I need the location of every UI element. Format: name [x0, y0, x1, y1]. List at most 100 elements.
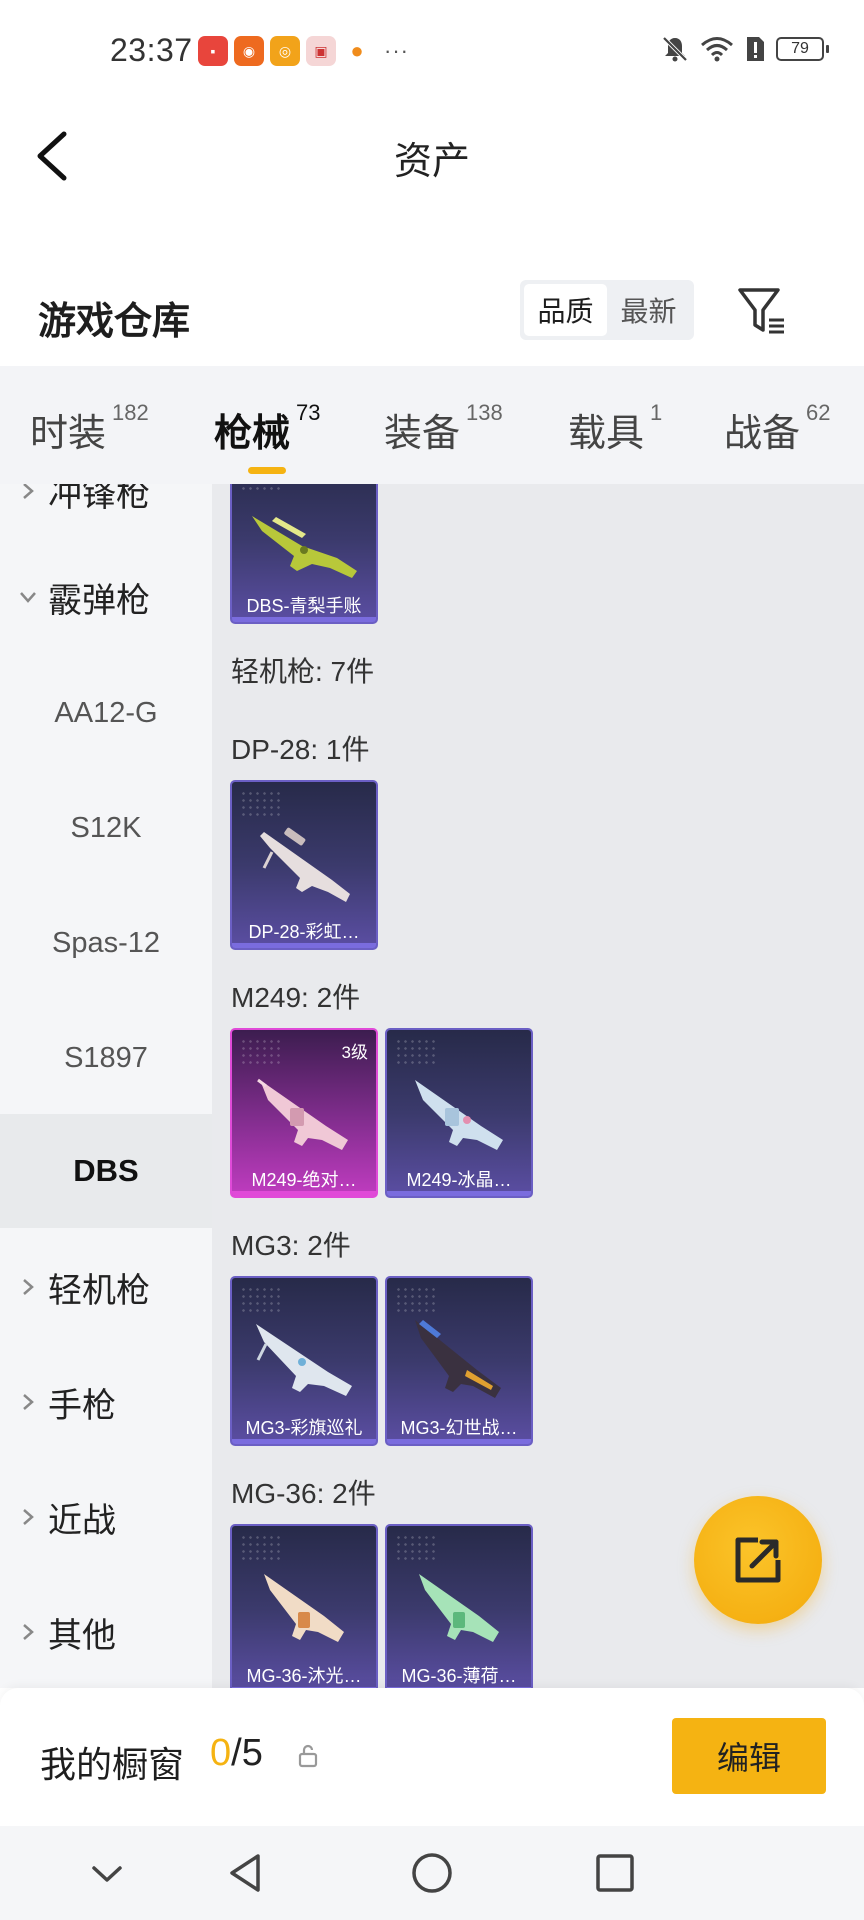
sort-toggle: 品质 最新 [520, 280, 694, 340]
item-card[interactable]: DBS-青梨手账 [230, 484, 378, 624]
item-card-label: MG-36-沐光… [246, 1666, 362, 1686]
rarity-bar [232, 943, 376, 948]
battery-level: 79 [791, 40, 809, 57]
lmg-skin-icon [260, 827, 350, 902]
showcase-title: 我的橱窗 [40, 1744, 185, 1785]
sidebar-group-smg[interactable]: 冲锋枪 [0, 484, 212, 548]
game-app-icon: ● [350, 38, 364, 63]
weapon-type-header: 轻机枪: 7件 [231, 656, 375, 687]
sidebar-group-shotgun[interactable]: 霰弹枪 [0, 540, 212, 654]
item-card-label: DBS-青梨手账 [246, 596, 362, 616]
sidebar-item-s12k[interactable]: S12K [0, 771, 212, 885]
item-card-label: M249-绝对… [251, 1170, 357, 1190]
lock-icon [298, 1744, 318, 1768]
tab-fashion[interactable]: 时装 182 [30, 366, 149, 484]
sidebar-item-aa12g[interactable]: AA12-G [0, 656, 212, 770]
weapon-group-header: MG-36: 2件 [231, 1478, 376, 1509]
sidebar-group-other[interactable]: 其他 [0, 1575, 212, 1688]
huawei-app-icon: ▪ [198, 36, 228, 66]
sidebar-group-lmg[interactable]: 轻机枪 [0, 1230, 212, 1344]
rarity-bar [387, 1439, 531, 1444]
sidebar-item-dbs[interactable]: DBS [0, 1114, 212, 1228]
tab-label: 枪械 [214, 413, 291, 455]
sidebar-item-spas12[interactable]: Spas-12 [0, 886, 212, 1000]
item-card[interactable]: DP-28-彩虹… [230, 780, 378, 950]
battery-indicator: 79 [776, 37, 829, 61]
rifle-skin-icon [264, 1574, 344, 1642]
chevron-down-icon [20, 592, 36, 603]
item-card[interactable]: MG-36-薄荷… [385, 1524, 533, 1688]
rifle-skin-icon [419, 1574, 499, 1642]
sidebar-item-label: DBS [73, 1153, 139, 1188]
item-card[interactable]: MG-36-沐光… [230, 1524, 378, 1688]
warehouse-header: 游戏仓库 品质 最新 [0, 260, 864, 364]
rarity-bar [232, 1439, 376, 1444]
share-export-icon [735, 1537, 781, 1583]
sort-quality-button[interactable]: 品质 [524, 284, 607, 336]
item-card[interactable]: MG3-彩旗巡礼 [230, 1276, 378, 1446]
tab-equipment[interactable]: 装备 138 [384, 366, 503, 484]
lmg-skin-icon [256, 1324, 352, 1396]
showcase-bar: 我的橱窗 0/5 编辑 [0, 1688, 864, 1826]
tab-guns[interactable]: 枪械 73 [214, 366, 321, 484]
system-nav-bar [0, 1826, 864, 1920]
chevron-right-icon [23, 1279, 34, 1295]
sort-newest-button[interactable]: 最新 [607, 284, 690, 336]
tab-combat-gear[interactable]: 战备 62 [724, 366, 831, 484]
edit-showcase-button[interactable]: 编辑 [672, 1718, 826, 1794]
tab-label: 载具 [568, 413, 645, 455]
nav-recents-button[interactable] [588, 1846, 642, 1900]
category-tabs: 时装 182 枪械 73 装备 138 载具 1 战备 62 [0, 366, 864, 484]
sidebar-group-label: 近战 [48, 1501, 116, 1540]
tab-count: 73 [296, 400, 321, 425]
tab-count: 182 [112, 400, 149, 425]
rarity-bar [387, 1191, 531, 1196]
showcase-current-count: 0 [210, 1732, 232, 1774]
chevron-right-icon [23, 1509, 34, 1525]
chevron-right-icon [23, 484, 34, 499]
sim-alert-icon [747, 37, 764, 61]
tab-vehicles[interactable]: 载具 1 [568, 366, 662, 484]
status-bar: 23:37 ▪ ◉ ◎ ▣ ● ··· 79 [0, 0, 864, 100]
lmg-skin-icon [415, 1080, 503, 1150]
gift-app-icon: ▣ [306, 36, 336, 66]
tab-count: 62 [806, 400, 831, 425]
weapon-group-header: MG3: 2件 [231, 1230, 351, 1261]
lmg-skin-icon [415, 1320, 501, 1398]
sidebar-item-s1897[interactable]: S1897 [0, 1001, 212, 1115]
subcategory-sidebar: 冲锋枪 霰弹枪 AA12-G S12K Spas-12 S1897 DBS 轻机… [0, 484, 212, 1688]
item-card-label: M249-冰晶… [406, 1170, 512, 1190]
app-header: 资产 [0, 100, 864, 210]
system-status: 79 [660, 34, 829, 64]
rarity-bar [232, 1191, 376, 1196]
nav-collapse-button[interactable] [80, 1846, 134, 1900]
active-tab-indicator [248, 467, 286, 474]
showcase-count: 0/5 [210, 1732, 263, 1775]
nav-home-button[interactable] [405, 1846, 459, 1900]
nav-back-button[interactable] [220, 1846, 274, 1900]
chevron-right-icon [23, 1394, 34, 1410]
sidebar-group-label: 轻机枪 [48, 1271, 150, 1310]
rarity-bar [232, 617, 376, 622]
item-card[interactable]: 3级 M249-绝对… [230, 1028, 378, 1198]
tab-count: 1 [650, 400, 663, 425]
weapon-group-header: DP-28: 1件 [231, 734, 370, 765]
sidebar-group-melee[interactable]: 近战 [0, 1460, 212, 1574]
status-time: 23:37 [110, 32, 193, 68]
item-card[interactable]: MG3-幻世战… [385, 1276, 533, 1446]
sidebar-item-label: S12K [70, 811, 142, 844]
tab-label: 装备 [384, 413, 461, 455]
lmg-skin-icon [257, 1078, 348, 1150]
sidebar-group-label: 霰弹枪 [48, 581, 150, 620]
share-fab[interactable] [694, 1496, 822, 1624]
sidebar-group-pistol[interactable]: 手枪 [0, 1345, 212, 1459]
sidebar-group-label: 冲锋枪 [48, 484, 150, 514]
mute-bell-icon [662, 36, 688, 62]
item-card-label: MG3-幻世战… [400, 1418, 518, 1438]
app-notification-icon: ◉ [234, 36, 264, 66]
showcase-total: /5 [231, 1732, 263, 1774]
page-title: 资产 [393, 141, 470, 183]
wifi-icon [701, 37, 733, 62]
item-card[interactable]: M249-冰晶… [385, 1028, 533, 1198]
filter-button[interactable] [736, 284, 790, 340]
